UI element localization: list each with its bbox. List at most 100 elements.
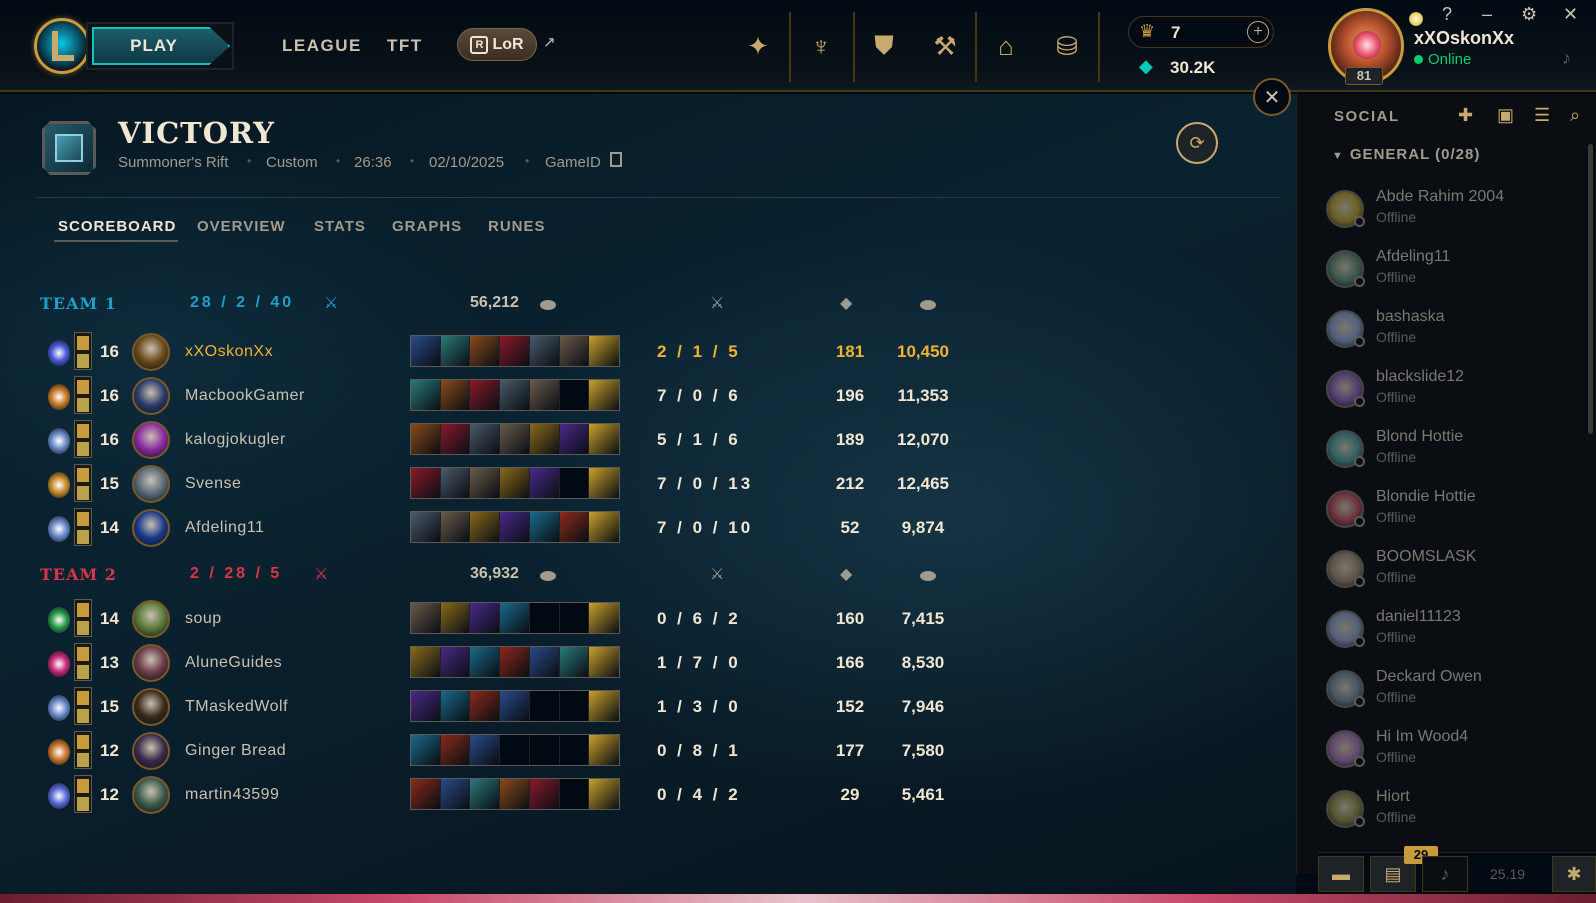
item-slot[interactable]	[559, 424, 590, 454]
champion-portrait[interactable]	[132, 333, 170, 371]
item-slot[interactable]	[411, 336, 441, 366]
player-name[interactable]: TMaskedWolf	[185, 698, 288, 716]
item-slot[interactable]	[411, 647, 441, 677]
nav-tft-link[interactable]: TFT	[387, 36, 423, 56]
item-slot[interactable]	[411, 424, 441, 454]
item-slot[interactable]	[559, 336, 590, 366]
item-slot[interactable]	[529, 512, 560, 542]
item-slot[interactable]	[589, 424, 620, 454]
item-slot[interactable]	[440, 779, 471, 809]
tab-runes[interactable]: RUNES	[488, 218, 546, 235]
champion-portrait[interactable]	[132, 465, 170, 503]
item-slot[interactable]	[411, 468, 441, 498]
friend-list-item[interactable]: Blondie Hottie Offline	[1326, 488, 1576, 538]
item-slot[interactable]	[559, 512, 590, 542]
item-slot[interactable]	[440, 512, 471, 542]
loot-icon[interactable]: ⚒	[925, 26, 965, 66]
player-row[interactable]: 16 xXOskonXx 2 / 1 / 5 181 10,450	[40, 332, 1000, 372]
minimize-icon[interactable]: –	[1482, 4, 1492, 25]
item-slot[interactable]	[500, 468, 530, 498]
copy-game-id-icon[interactable]	[610, 152, 622, 167]
champion-portrait[interactable]	[132, 688, 170, 726]
item-slot[interactable]	[529, 380, 560, 410]
player-row[interactable]: 16 kalogjokugler 5 / 1 / 6 189 12,070	[40, 420, 1000, 460]
item-slot[interactable]	[470, 512, 501, 542]
nav-league-link[interactable]: LEAGUE	[282, 36, 362, 56]
help-icon[interactable]: ?	[1442, 4, 1452, 25]
friend-list-item[interactable]: bashaska Offline	[1326, 308, 1576, 358]
item-slot[interactable]	[500, 647, 530, 677]
item-slot[interactable]	[589, 691, 620, 721]
collection-icon[interactable]: ⛊	[864, 26, 904, 66]
item-slot[interactable]	[440, 380, 471, 410]
item-slot[interactable]	[589, 779, 620, 809]
item-slot[interactable]	[589, 468, 620, 498]
item-slot[interactable]	[559, 735, 590, 765]
tab-scoreboard[interactable]: SCOREBOARD	[58, 218, 176, 235]
item-slot[interactable]	[529, 647, 560, 677]
add-friend-icon[interactable]: ✚	[1458, 105, 1473, 126]
missions-icon[interactable]: ⌂	[986, 26, 1026, 66]
replay-button[interactable]: ⟳	[1176, 122, 1218, 164]
social-scrollbar[interactable]	[1588, 144, 1593, 434]
item-slot[interactable]	[529, 336, 560, 366]
item-slot[interactable]	[470, 336, 501, 366]
player-row[interactable]: 13 AluneGuides 1 / 7 / 0 166 8,530	[40, 643, 1000, 683]
profile-status[interactable]: Online	[1428, 51, 1471, 68]
item-slot[interactable]	[440, 603, 471, 633]
buy-rp-button[interactable]: +	[1247, 21, 1269, 43]
player-row[interactable]: 14 soup 0 / 6 / 2 160 7,415	[40, 599, 1000, 639]
player-name[interactable]: kalogjokugler	[185, 431, 286, 449]
item-slot[interactable]	[559, 380, 590, 410]
item-slot[interactable]	[440, 691, 471, 721]
item-slot[interactable]	[440, 424, 471, 454]
item-slot[interactable]	[559, 779, 590, 809]
item-slot[interactable]	[411, 691, 441, 721]
profile-nav-icon[interactable]: ♆	[801, 26, 841, 66]
friend-list-item[interactable]: Abde Rahim 2004 Offline	[1326, 188, 1576, 238]
item-slot[interactable]	[559, 603, 590, 633]
tab-graphs[interactable]: GRAPHS	[392, 218, 462, 235]
item-slot[interactable]	[470, 647, 501, 677]
champion-portrait[interactable]	[132, 421, 170, 459]
champion-portrait[interactable]	[132, 776, 170, 814]
item-slot[interactable]	[500, 424, 530, 454]
player-name[interactable]: Svense	[185, 475, 241, 493]
item-slot[interactable]	[440, 468, 471, 498]
item-slot[interactable]	[559, 691, 590, 721]
clash-icon[interactable]: ✦	[738, 26, 778, 66]
player-name[interactable]: martin43599	[185, 786, 279, 804]
player-name[interactable]: xXOskonXx	[185, 343, 273, 361]
item-slot[interactable]	[559, 468, 590, 498]
player-row[interactable]: 16 MacbookGamer 7 / 0 / 6 196 11,353	[40, 376, 1000, 416]
close-window-icon[interactable]: ✕	[1563, 4, 1578, 25]
bug-report-button[interactable]: ✱	[1552, 856, 1596, 892]
champion-portrait[interactable]	[132, 732, 170, 770]
item-slot[interactable]	[411, 779, 441, 809]
item-slot[interactable]	[500, 603, 530, 633]
player-name[interactable]: AluneGuides	[185, 654, 282, 672]
item-slot[interactable]	[500, 735, 530, 765]
player-row[interactable]: 12 Ginger Bread 0 / 8 / 1 177 7,580	[40, 731, 1000, 771]
item-slot[interactable]	[589, 735, 620, 765]
list-view-icon[interactable]: ☰	[1534, 105, 1550, 126]
league-logo-button[interactable]	[34, 18, 90, 74]
play-button[interactable]: PLAY	[86, 22, 234, 70]
friend-list-item[interactable]: Hiort Offline	[1326, 788, 1576, 838]
item-slot[interactable]	[589, 336, 620, 366]
champion-portrait[interactable]	[132, 600, 170, 638]
voice-button[interactable]: ♪	[1422, 856, 1468, 892]
item-slot[interactable]	[470, 380, 501, 410]
close-match-details-button[interactable]: ✕	[1253, 78, 1291, 116]
friend-list-item[interactable]: Blond Hottie Offline	[1326, 428, 1576, 478]
item-slot[interactable]	[470, 735, 501, 765]
item-slot[interactable]	[500, 691, 530, 721]
item-slot[interactable]	[559, 647, 590, 677]
item-slot[interactable]	[411, 603, 441, 633]
player-name[interactable]: Afdeling11	[185, 519, 264, 537]
player-row[interactable]: 14 Afdeling11 7 / 0 / 10 52 9,874	[40, 508, 1000, 548]
chat-button[interactable]: ▬	[1318, 856, 1364, 892]
item-slot[interactable]	[470, 691, 501, 721]
settings-icon[interactable]: ⚙	[1521, 4, 1537, 25]
item-slot[interactable]	[529, 691, 560, 721]
